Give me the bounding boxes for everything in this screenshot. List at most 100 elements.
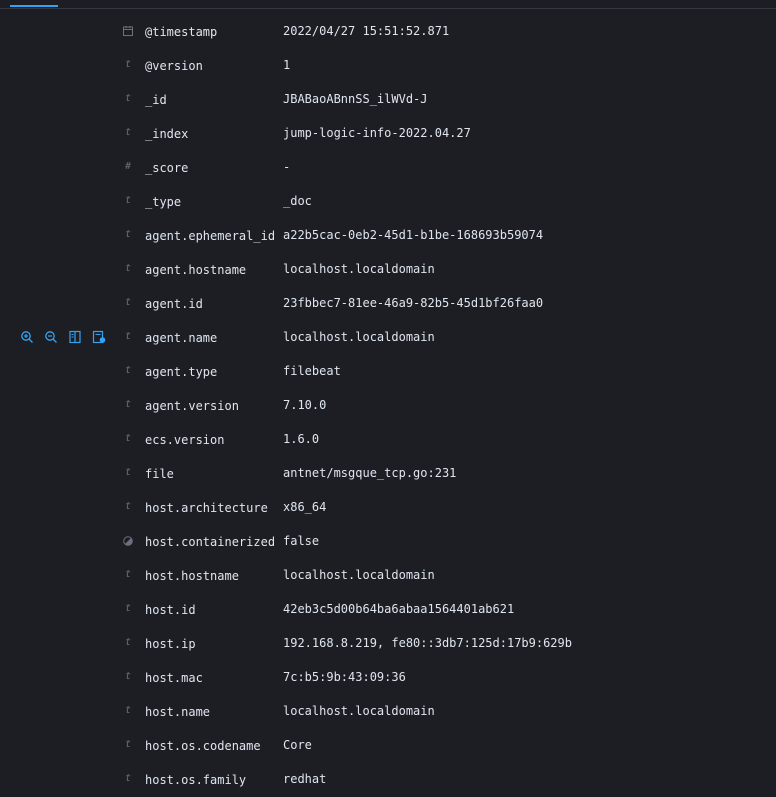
zoom-out-icon[interactable] — [44, 330, 58, 344]
field-name: host.mac — [145, 671, 203, 685]
string-type-icon: t — [124, 365, 132, 376]
field-value: 23fbbec7-81ee-46a9-82b5-45d1bf26faa0 — [283, 296, 544, 310]
field-row[interactable]: t agent.hostname localhost.localdomain — [0, 253, 776, 287]
field-name: host.hostname — [145, 569, 239, 583]
active-tab-indicator[interactable] — [10, 5, 58, 7]
field-value: redhat — [283, 772, 327, 786]
field-row[interactable]: t host.os.codename Core — [0, 729, 776, 763]
string-type-icon: t — [124, 127, 132, 138]
string-type-icon: t — [124, 637, 132, 648]
string-type-icon: t — [124, 569, 132, 580]
field-value: Core — [283, 738, 312, 752]
field-name: host.name — [145, 705, 211, 719]
field-row[interactable]: @timestamp 2022/04/27 15:51:52.871 — [0, 15, 776, 49]
field-row[interactable]: t _type _doc — [0, 185, 776, 219]
field-name: host.os.family — [145, 773, 247, 787]
string-type-icon: t — [124, 739, 132, 750]
field-name: _type — [145, 195, 182, 209]
field-row[interactable]: t agent.ephemeral_id a22b5cac-0eb2-45d1-b1… — [0, 219, 776, 253]
field-name: @timestamp — [145, 25, 218, 39]
field-value: 7c:b5:9b:43:09:36 — [283, 670, 406, 684]
number-type-icon: # — [124, 161, 132, 172]
field-row[interactable]: t host.name localhost.localdomain — [0, 695, 776, 729]
tab-bar — [0, 0, 776, 9]
field-name: file — [145, 467, 174, 481]
field-name: _score — [145, 161, 189, 175]
string-type-icon: t — [124, 297, 132, 308]
field-row[interactable]: t host.architecture x86_64 — [0, 491, 776, 525]
field-name: ecs.version — [145, 433, 225, 447]
string-type-icon: t — [124, 263, 132, 274]
string-type-icon: t — [124, 331, 132, 342]
field-name: agent.id — [145, 297, 203, 311]
field-name: agent.hostname — [145, 263, 247, 277]
field-name: _id — [145, 93, 167, 107]
string-type-icon: t — [124, 603, 132, 614]
field-row[interactable]: t ecs.version 1.6.0 — [0, 423, 776, 457]
field-row[interactable]: t host.os.family redhat — [0, 763, 776, 797]
string-type-icon: t — [124, 705, 132, 716]
field-row[interactable]: t @version 1 — [0, 49, 776, 83]
field-name: agent.ephemeral_id — [145, 229, 276, 243]
field-name: agent.name — [145, 331, 218, 345]
string-type-icon: t — [124, 399, 132, 410]
field-value: 1 — [283, 58, 291, 72]
field-value: localhost.localdomain — [283, 330, 435, 344]
string-type-icon: t — [124, 433, 132, 444]
string-type-icon: t — [124, 195, 132, 206]
field-value: 1.6.0 — [283, 432, 320, 446]
field-row[interactable]: t host.id 42eb3c5d00b64ba6abaa1564401ab621 — [0, 593, 776, 627]
boolean-type-icon — [122, 535, 134, 547]
string-type-icon: t — [124, 501, 132, 512]
toggle-column-icon[interactable] — [68, 330, 82, 344]
field-name: @version — [145, 59, 203, 73]
field-row[interactable]: t host.mac 7c:b5:9b:43:09:36 — [0, 661, 776, 695]
field-value: a22b5cac-0eb2-45d1-b1be-168693b59074 — [283, 228, 544, 242]
field-name: host.os.codename — [145, 739, 261, 753]
field-name: _index — [145, 127, 189, 141]
field-name: host.architecture — [145, 501, 268, 515]
document-fields-table: @timestamp 2022/04/27 15:51:52.871 t @versi… — [0, 15, 776, 797]
field-row[interactable]: host.containerized false — [0, 525, 776, 559]
field-row[interactable]: t agent.type filebeat — [0, 355, 776, 389]
field-row[interactable]: t host.ip 192.168.8.219, fe80::3db7:125d:1… — [0, 627, 776, 661]
string-type-icon: t — [124, 59, 132, 70]
string-type-icon: t — [124, 671, 132, 682]
field-value: 192.168.8.219, fe80::3db7:125d:17b9:629b — [283, 636, 572, 650]
field-value: localhost.localdomain — [283, 262, 435, 276]
field-name: host.ip — [145, 637, 196, 651]
field-value: 2022/04/27 15:51:52.871 — [283, 24, 450, 38]
string-type-icon: t — [124, 467, 132, 478]
field-value: antnet/msgque_tcp.go:231 — [283, 466, 457, 480]
field-value: - — [283, 160, 291, 174]
field-row[interactable]: t agent.name localhost.localdomain — [0, 321, 776, 355]
field-value: 7.10.0 — [283, 398, 327, 412]
field-name: host.containerized — [145, 535, 276, 549]
field-name: agent.type — [145, 365, 218, 379]
field-value: localhost.localdomain — [283, 704, 435, 718]
field-value: false — [283, 534, 320, 548]
field-name: host.id — [145, 603, 196, 617]
calendar-icon — [122, 25, 134, 37]
string-type-icon: t — [124, 773, 132, 784]
zoom-in-icon[interactable] — [20, 330, 34, 344]
row-actions — [20, 330, 106, 344]
field-value: x86_64 — [283, 500, 327, 514]
field-value: jump-logic-info-2022.04.27 — [283, 126, 471, 140]
field-row[interactable]: t agent.id 23fbbec7-81ee-46a9-82b5-45d1bf2… — [0, 287, 776, 321]
field-row[interactable]: t host.hostname localhost.localdomain — [0, 559, 776, 593]
field-value: JBABaoABnnSS_ilWVd-J — [283, 92, 428, 106]
filter-exists-icon[interactable] — [92, 330, 106, 344]
field-name: agent.version — [145, 399, 239, 413]
field-row[interactable]: t agent.version 7.10.0 — [0, 389, 776, 423]
field-value: 42eb3c5d00b64ba6abaa1564401ab621 — [283, 602, 515, 616]
string-type-icon: t — [124, 93, 132, 104]
field-value: filebeat — [283, 364, 341, 378]
field-value: localhost.localdomain — [283, 568, 435, 582]
string-type-icon: t — [124, 229, 132, 240]
field-row[interactable]: # _score - — [0, 151, 776, 185]
field-row[interactable]: t _index jump-logic-info-2022.04.27 — [0, 117, 776, 151]
field-value: _doc — [283, 194, 312, 208]
field-row[interactable]: t file antnet/msgque_tcp.go:231 — [0, 457, 776, 491]
field-row[interactable]: t _id JBABaoABnnSS_ilWVd-J — [0, 83, 776, 117]
